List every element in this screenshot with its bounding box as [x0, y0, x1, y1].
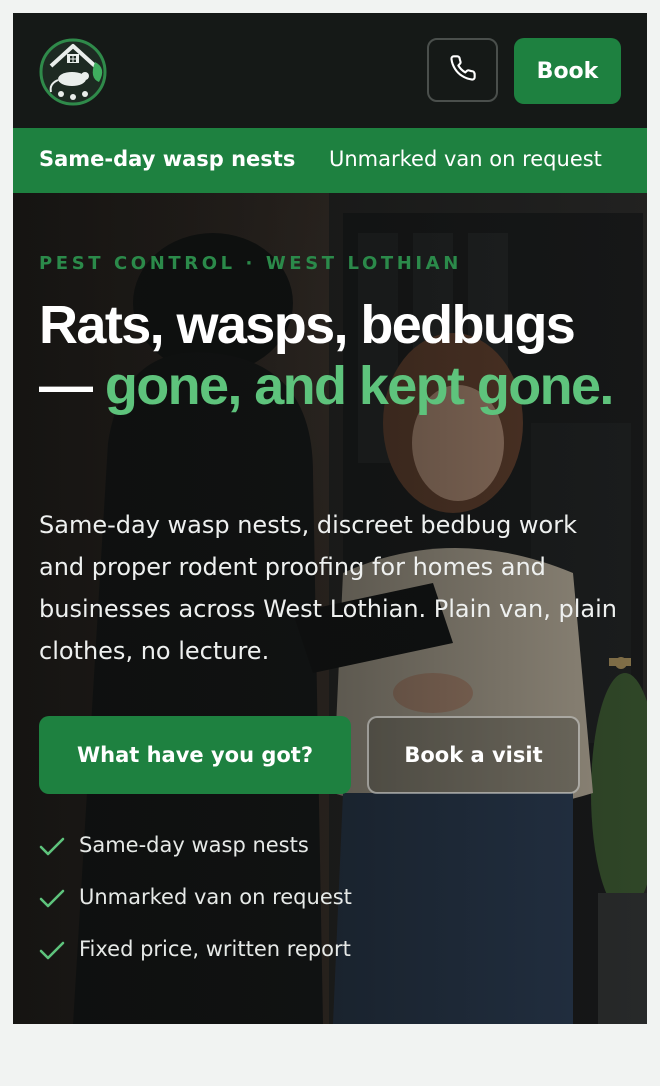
phone-icon	[449, 54, 477, 86]
check-icon	[39, 941, 65, 960]
what-have-you-got-button[interactable]: What have you got?	[39, 716, 351, 794]
feature-ticker: Same-day wasp nests Unmarked van on requ…	[13, 128, 647, 193]
check-icon	[39, 889, 65, 908]
check-icon	[39, 837, 65, 856]
call-button[interactable]	[427, 38, 498, 102]
hero-description: Same-day wasp nests, discreet bedbug wor…	[39, 511, 618, 665]
ticker-item: Same-day wasp nests	[39, 147, 296, 171]
hero-eyebrow: PEST CONTROL · WEST LOTHIAN	[39, 253, 462, 274]
house-rat-leaf-logo-icon[interactable]	[37, 34, 109, 106]
headline-accent: gone, and kept gone.	[104, 356, 615, 416]
checklist-label: Unmarked van on request	[79, 885, 352, 909]
hero-section: PEST CONTROL · WEST LOTHIAN Rats, wasps,…	[13, 193, 647, 1024]
book-a-visit-button[interactable]: Book a visit	[367, 716, 580, 794]
book-button[interactable]: Book	[514, 38, 621, 104]
checklist-label: Fixed price, written report	[79, 937, 351, 961]
ticker-item: Unmarked van on request	[329, 147, 602, 171]
page-frame: Book Same-day wasp nests Unmarked van on…	[13, 13, 647, 1024]
hero-headline: Rats, wasps, bedbugs — gone, and kept go…	[39, 295, 639, 417]
checklist-label: Same-day wasp nests	[79, 833, 309, 857]
site-header: Book	[13, 13, 647, 128]
